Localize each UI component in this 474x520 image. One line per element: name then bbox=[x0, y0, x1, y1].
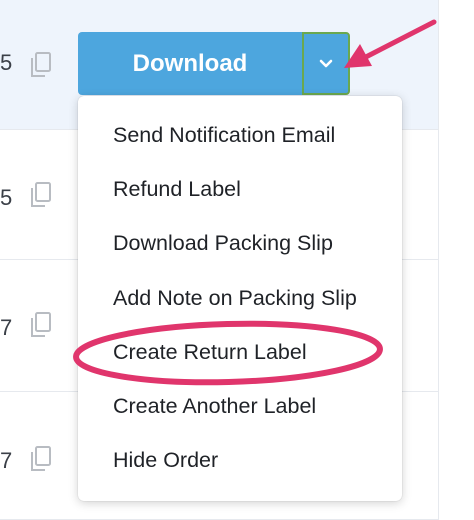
menu-item-add-note-on-packing-slip[interactable]: Add Note on Packing Slip bbox=[113, 281, 357, 315]
download-dropdown-toggle[interactable] bbox=[302, 32, 350, 95]
download-options-menu: Send Notification Email Refund Label Dow… bbox=[78, 96, 402, 501]
row-number-fragment: 7 bbox=[0, 315, 13, 340]
table-edge-divider bbox=[438, 0, 439, 520]
download-button[interactable]: Download bbox=[78, 32, 302, 95]
menu-item-send-notification-email[interactable]: Send Notification Email bbox=[113, 118, 335, 152]
copy-icon[interactable] bbox=[30, 312, 52, 338]
row-number-fragment: 7 bbox=[0, 448, 13, 473]
menu-item-create-return-label[interactable]: Create Return Label bbox=[113, 335, 307, 369]
menu-item-download-packing-slip[interactable]: Download Packing Slip bbox=[113, 226, 333, 260]
row-number-fragment: 5 bbox=[0, 50, 13, 75]
screenshot-stage: 5 5 7 7 Download Send Notification Email… bbox=[0, 0, 474, 520]
menu-item-refund-label[interactable]: Refund Label bbox=[113, 172, 241, 206]
chevron-down-icon bbox=[319, 59, 333, 67]
copy-icon[interactable] bbox=[30, 52, 52, 78]
copy-icon[interactable] bbox=[30, 182, 52, 208]
row-number-fragment: 5 bbox=[0, 185, 13, 210]
menu-item-hide-order[interactable]: Hide Order bbox=[113, 443, 218, 477]
download-button-label: Download bbox=[132, 49, 248, 77]
menu-item-create-another-label[interactable]: Create Another Label bbox=[113, 389, 316, 423]
copy-icon[interactable] bbox=[30, 446, 52, 472]
